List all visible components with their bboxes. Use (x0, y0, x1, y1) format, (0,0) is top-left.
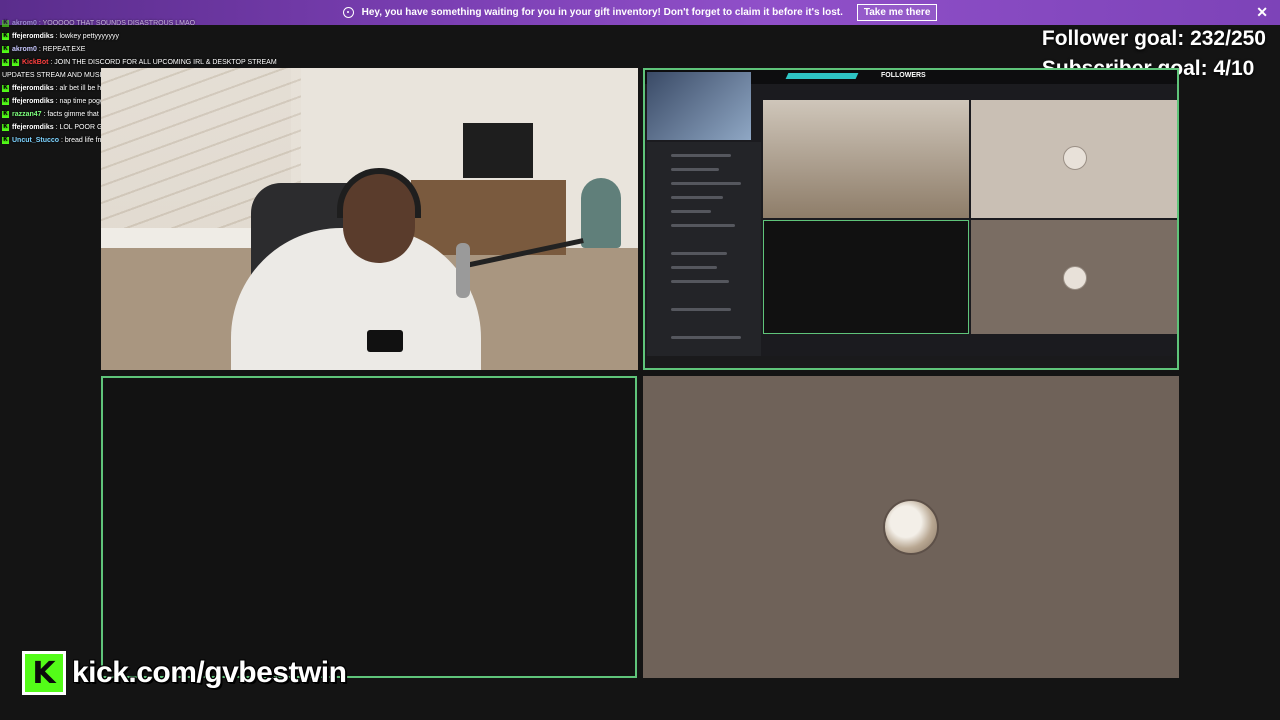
sidebar-line (671, 210, 711, 213)
gift-banner-message: Hey, you have something waiting for you … (361, 7, 843, 18)
side-table (101, 228, 256, 248)
sidebar-line (671, 168, 719, 171)
microphone (456, 243, 470, 298)
kick-logo-icon: K (22, 651, 66, 695)
kick-badge-icon: K (2, 123, 9, 131)
followers-label: FOLLOWERS (881, 72, 926, 79)
goal-bar (785, 73, 859, 79)
follower-goal: Follower goal: 232/250 (1041, 27, 1266, 50)
sidebar-line (671, 266, 717, 269)
mini-avatar (1063, 146, 1087, 170)
chat-username: ffejeromdiks (12, 98, 54, 105)
kick-badge-icon: K (2, 32, 9, 40)
chat-username: razzan47 (12, 111, 42, 118)
avatar-participant-panel (643, 376, 1179, 678)
chat-username: ffejeromdiks (12, 85, 54, 92)
phone (367, 330, 403, 352)
kick-badge-icon: K (2, 110, 9, 118)
wooden-cabinet (411, 180, 566, 255)
chat-username: ffejeromdiks (12, 124, 54, 131)
kick-badge-icon: K (2, 19, 9, 27)
mini-avatar (1063, 266, 1087, 290)
screen-empty-tile (763, 220, 969, 334)
chat-message: Kffejeromdiks : lowkey pettyyyyyyy (2, 30, 302, 43)
discord-sidebar (647, 142, 761, 368)
chat-username: Uncut_Stucco (12, 137, 60, 144)
sidebar-line (671, 336, 741, 339)
screen-thumbnail (647, 72, 751, 140)
screen-webcam-tile (763, 100, 969, 218)
chat-username: KickBot (22, 59, 49, 66)
kick-badge-icon: K (2, 97, 9, 105)
kick-badge-icon: K (2, 45, 9, 53)
screen-avatar-tile (971, 220, 1177, 334)
close-icon[interactable]: ✕ (1256, 4, 1268, 21)
channel-url: kick.com/gvbestwin (72, 656, 347, 689)
chat-message: Kakrom0 : REPEAT.EXE (2, 43, 302, 56)
sidebar-line (671, 252, 727, 255)
kick-badge-icon: K (2, 136, 9, 144)
chat-text: : REPEAT.EXE (38, 46, 86, 53)
sidebar-line (671, 280, 729, 283)
screen-share-panel: FOLLOWERS (643, 68, 1179, 370)
chat-text: : JOIN THE DISCORD FOR ALL UPCOMING IRL … (50, 59, 277, 66)
sidebar-line (671, 154, 731, 157)
webcam-panel (101, 68, 638, 370)
chair-back (581, 178, 621, 248)
kick-badge-icon: K (2, 58, 9, 66)
chat-username: ffejeromdiks (12, 33, 54, 40)
participant-avatar (883, 499, 939, 555)
chat-text: : lowkey pettyyyyyyy (55, 33, 119, 40)
gift-inventory-icon (342, 7, 354, 18)
kick-channel-overlay: K kick.com/gvbestwin (22, 651, 347, 695)
sidebar-line (671, 182, 741, 185)
chat-username: akrom0 (12, 46, 37, 53)
chat-message: Kakrom0 : YOOOOO THAT SOUNDS DISASTROUS … (2, 17, 302, 30)
sidebar-line (671, 224, 735, 227)
taskbar (645, 356, 1177, 368)
kick-badge-icon: K (2, 84, 9, 92)
chat-text: : YOOOOO THAT SOUNDS DISASTROUS LMAO (38, 20, 196, 27)
sidebar-line (671, 196, 723, 199)
empty-participant-panel (101, 376, 637, 678)
sidebar-line (671, 308, 731, 311)
screen-avatar-tile (971, 100, 1177, 218)
kick-badge-icon: K (12, 58, 19, 66)
television (463, 123, 533, 178)
chat-username: akrom0 (12, 20, 37, 27)
take-me-there-button[interactable]: Take me there (856, 4, 938, 21)
